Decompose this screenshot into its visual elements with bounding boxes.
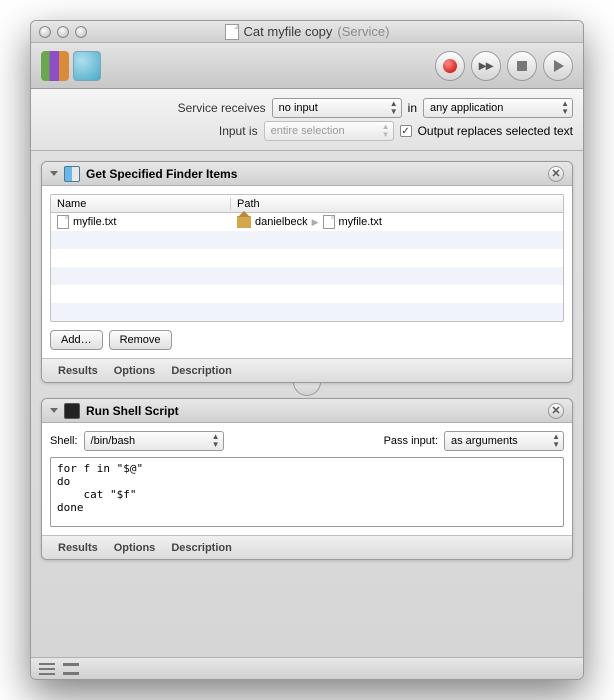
record-icon — [443, 59, 457, 73]
toolbar: ▸▸ — [31, 43, 583, 89]
step-button[interactable]: ▸▸ — [471, 51, 501, 81]
shell-popup[interactable]: /bin/bash ▲▼ — [84, 431, 224, 451]
record-button[interactable] — [435, 51, 465, 81]
items-table: Name Path myfile.txt danielbeck — [50, 194, 564, 322]
run-button[interactable] — [543, 51, 573, 81]
action-footer: Results Options Description — [42, 535, 572, 559]
finder-icon — [64, 166, 80, 182]
path-file: myfile.txt — [339, 216, 382, 228]
replaces-label: Output replaces selected text — [418, 124, 573, 138]
action-footer: Results Options Description — [42, 358, 572, 382]
window-title: Cat myfile copy (Service) — [31, 24, 583, 40]
home-icon — [237, 216, 251, 228]
automator-window: Cat myfile copy (Service) ▸▸ Service rec… — [30, 20, 584, 680]
document-icon — [225, 24, 239, 40]
updown-icon: ▲▼ — [552, 433, 560, 449]
input-is-label: Input is — [219, 124, 258, 138]
pass-input-label: Pass input: — [384, 435, 438, 447]
path-separator-icon: ▶ — [312, 217, 319, 228]
library-icon[interactable] — [41, 51, 69, 81]
in-label: in — [408, 101, 417, 115]
updown-icon: ▲▼ — [390, 100, 398, 116]
receives-value: no input — [279, 102, 318, 114]
workflow-area[interactable]: Get Specified Finder Items ✕ Name Path m… — [31, 151, 583, 657]
description-tab[interactable]: Description — [171, 542, 232, 554]
results-tab[interactable]: Results — [58, 542, 98, 554]
terminal-icon — [64, 403, 80, 419]
receives-popup[interactable]: no input ▲▼ — [272, 98, 402, 118]
close-action-button[interactable]: ✕ — [548, 403, 564, 419]
pass-input-popup[interactable]: as arguments ▲▼ — [444, 431, 564, 451]
action-header[interactable]: Get Specified Finder Items ✕ — [42, 162, 572, 186]
action-header[interactable]: Run Shell Script ✕ — [42, 399, 572, 423]
disclosure-triangle-icon[interactable] — [50, 171, 58, 176]
path-home: danielbeck — [255, 216, 308, 228]
action-title: Get Specified Finder Items — [86, 167, 237, 181]
in-value: any application — [430, 102, 503, 114]
action-shell-script: Run Shell Script ✕ Shell: /bin/bash ▲▼ P… — [41, 398, 573, 560]
receives-label: Service receives — [178, 101, 266, 115]
title-text: Cat myfile copy — [244, 24, 333, 39]
updown-icon: ▲▼ — [212, 433, 220, 449]
shell-value: /bin/bash — [91, 435, 136, 447]
action-finder-items: Get Specified Finder Items ✕ Name Path m… — [41, 161, 573, 383]
remove-button[interactable]: Remove — [109, 330, 172, 350]
media-icon[interactable] — [73, 51, 101, 81]
stop-button[interactable] — [507, 51, 537, 81]
file-name: myfile.txt — [73, 216, 116, 228]
updown-icon: ▲▼ — [382, 123, 390, 139]
titlebar: Cat myfile copy (Service) — [31, 21, 583, 43]
close-action-button[interactable]: ✕ — [548, 166, 564, 182]
options-tab[interactable]: Options — [114, 542, 156, 554]
table-row[interactable]: myfile.txt danielbeck ▶ myfile.txt — [51, 213, 563, 231]
add-button[interactable]: Add… — [50, 330, 103, 350]
stop-icon — [517, 61, 527, 71]
action-title: Run Shell Script — [86, 404, 179, 418]
statusbar — [31, 657, 583, 679]
log-view-icon[interactable] — [63, 663, 79, 675]
description-tab[interactable]: Description — [171, 365, 232, 377]
step-icon: ▸▸ — [479, 57, 493, 74]
file-icon — [57, 215, 69, 229]
results-tab[interactable]: Results — [58, 365, 98, 377]
play-icon — [554, 60, 564, 72]
disclosure-triangle-icon[interactable] — [50, 408, 58, 413]
options-tab[interactable]: Options — [114, 365, 156, 377]
action-connector — [293, 382, 321, 396]
replaces-checkbox[interactable]: ✓ — [400, 125, 412, 137]
script-textarea[interactable]: for f in "$@" do cat "$f" done — [50, 457, 564, 527]
in-popup[interactable]: any application ▲▼ — [423, 98, 573, 118]
input-is-value: entire selection — [271, 125, 345, 137]
shell-label: Shell: — [50, 435, 78, 447]
file-icon — [323, 215, 335, 229]
col-name[interactable]: Name — [51, 198, 231, 210]
list-view-icon[interactable] — [39, 663, 55, 675]
service-config: Service receives no input ▲▼ in any appl… — [31, 89, 583, 151]
pass-input-value: as arguments — [451, 435, 518, 447]
title-suffix: (Service) — [337, 24, 389, 39]
input-is-popup: entire selection ▲▼ — [264, 121, 394, 141]
col-path[interactable]: Path — [231, 198, 563, 210]
updown-icon: ▲▼ — [561, 100, 569, 116]
